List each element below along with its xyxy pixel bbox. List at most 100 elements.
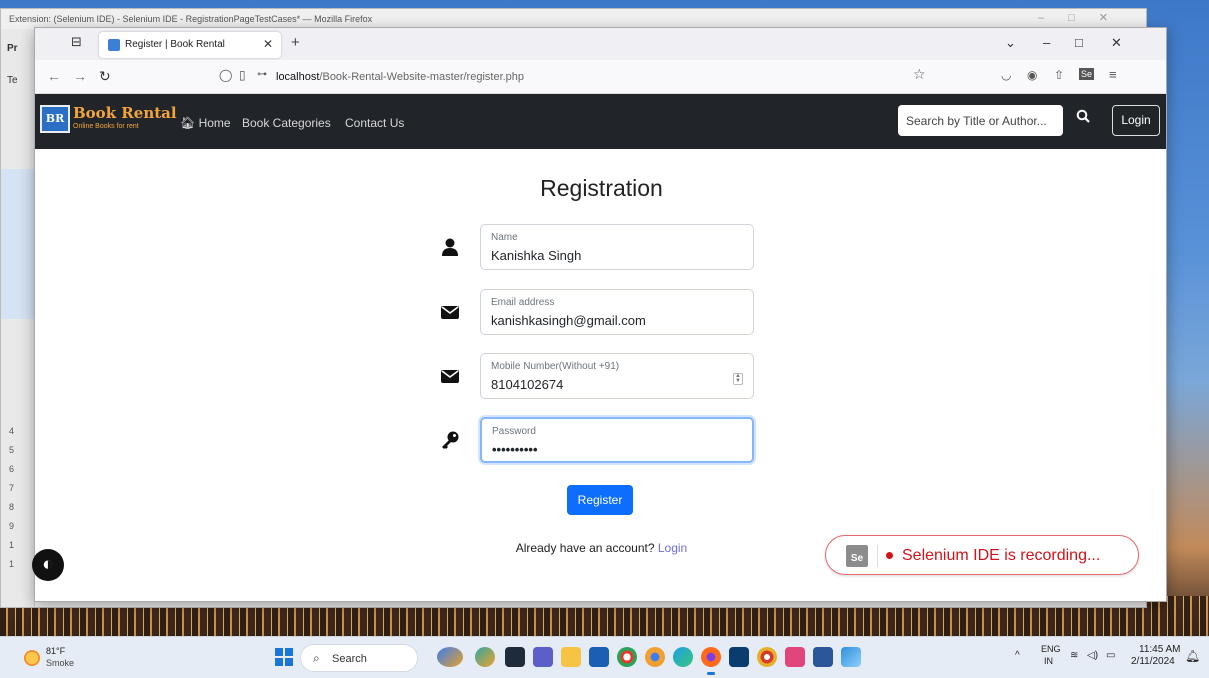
reload-icon[interactable]: ↻ — [99, 68, 111, 85]
tab-list-icon[interactable]: ⊟ — [71, 34, 82, 50]
close-tab-icon[interactable]: ✕ — [263, 37, 273, 51]
search-input[interactable]: Search by Title or Author... — [898, 105, 1063, 136]
chrome-icon[interactable] — [617, 647, 637, 667]
brand-tagline: Online Books for rent — [73, 123, 139, 130]
name-value: Kanishka Singh — [491, 248, 582, 263]
name-field[interactable]: Name Kanishka Singh — [480, 224, 754, 270]
email-row: Email address kanishkasingh@gmail.com — [440, 289, 760, 335]
selenium-logo: Se — [846, 545, 868, 567]
shield-icon[interactable]: ◯ — [219, 68, 232, 82]
home-link[interactable]: 🏠︎ Home — [180, 116, 231, 130]
email-field[interactable]: Email address kanishkasingh@gmail.com — [480, 289, 754, 335]
word-icon[interactable] — [813, 647, 833, 667]
line-number: 4 — [9, 426, 15, 436]
extensions-icon[interactable]: ⇧ — [1054, 68, 1064, 82]
photos-icon[interactable] — [841, 647, 861, 667]
login-link[interactable]: Login — [658, 541, 687, 555]
contrast-toggle-icon[interactable]: ◐ — [32, 549, 64, 581]
edge-icon[interactable] — [673, 647, 693, 667]
selenium-recording-indicator: Se Selenium IDE is recording... — [825, 535, 1139, 575]
store-icon[interactable] — [589, 647, 609, 667]
background-window-controls: –□✕ — [1038, 12, 1132, 24]
close-window-icon[interactable]: ✕ — [1111, 35, 1122, 51]
line-number: 5 — [9, 445, 15, 455]
copilot-icon[interactable] — [437, 647, 463, 667]
email-label: Email address — [491, 297, 555, 308]
minimize-icon[interactable]: – — [1043, 35, 1050, 50]
account-icon[interactable]: ◉ — [1027, 68, 1037, 82]
notification-bell-icon[interactable]: 🔔︎ — [1185, 649, 1200, 663]
register-button[interactable]: Register — [567, 485, 633, 515]
brand-name: Book Rental — [73, 104, 177, 122]
chevron-up-icon[interactable]: ^ — [1015, 650, 1020, 661]
login-button[interactable]: Login — [1112, 105, 1160, 136]
tab-strip: ⊟ Register | Book Rental ✕ + ⌄ – □ ✕ — [35, 28, 1166, 60]
chat-icon[interactable] — [475, 647, 495, 667]
url-host: localhost — [276, 71, 320, 83]
envelope-icon — [441, 370, 459, 383]
new-tab-icon[interactable]: + — [291, 34, 300, 51]
maximize-icon[interactable]: □ — [1075, 35, 1083, 50]
chevron-down-icon[interactable]: ⌄ — [1005, 35, 1016, 51]
clock-date[interactable]: 2/11/2024 — [1131, 656, 1175, 667]
line-number: 7 — [9, 483, 15, 493]
email-value: kanishkasingh@gmail.com — [491, 313, 646, 328]
url-bar[interactable]: localhost/Book-Rental-Website-master/reg… — [276, 65, 656, 89]
taskbar-search-label: Search — [332, 653, 367, 665]
password-row: Password •••••••••• — [440, 417, 760, 463]
menu-icon[interactable]: ≡ — [1109, 67, 1117, 82]
tab-register[interactable]: Register | Book Rental ✕ — [99, 32, 281, 58]
weather-condition: Smoke — [46, 658, 75, 668]
line-number: 8 — [9, 502, 15, 512]
mobile-field[interactable]: Mobile Number(Without +91) 8104102674 ▲ ▼ — [480, 353, 754, 399]
password-value: •••••••••• — [492, 442, 538, 457]
already-text: Already have an account? — [515, 541, 655, 555]
task-view-icon[interactable] — [505, 647, 525, 667]
password-field[interactable]: Password •••••••••• — [480, 417, 754, 463]
mobile-row: Mobile Number(Without +91) 8104102674 ▲ ▼ — [440, 353, 760, 399]
firefox-icon[interactable] — [701, 647, 721, 675]
password-label: Password — [492, 426, 536, 437]
recording-status: Selenium IDE is recording... — [902, 547, 1101, 564]
eclipse-icon[interactable] — [729, 647, 749, 667]
chrome-canary-icon[interactable] — [645, 647, 665, 667]
xampp-icon[interactable] — [785, 647, 805, 667]
key-icon — [442, 431, 459, 449]
search-icon: ⌕ — [313, 651, 320, 665]
selenium-extension-icon[interactable]: Se — [1079, 68, 1095, 80]
mobile-label: Mobile Number(Without +91) — [491, 361, 620, 372]
logo-badge: BR — [40, 105, 70, 133]
pocket-icon[interactable]: ◡ — [1001, 68, 1011, 82]
contact-us-link[interactable]: Contact Us — [345, 116, 404, 130]
key-icon[interactable]: ⊶ — [257, 69, 267, 80]
taskbar-search[interactable]: ⌕ Search — [300, 644, 418, 672]
forward-icon[interactable]: → — [73, 68, 87, 84]
home-label: Home — [198, 116, 231, 130]
book-categories-link[interactable]: Book Categories — [242, 116, 331, 130]
page-icon[interactable]: ▯ — [239, 68, 246, 82]
clock-time[interactable]: 11:45 AM — [1139, 644, 1181, 655]
ide-selection-highlight — [1, 169, 35, 319]
number-stepper[interactable]: ▲ ▼ — [733, 373, 743, 385]
battery-icon[interactable]: ▭ — [1106, 650, 1115, 661]
wifi-icon[interactable]: ≋ — [1070, 650, 1078, 661]
name-row: Name Kanishka Singh — [440, 224, 760, 270]
divider — [877, 545, 878, 567]
url-path: /Book-Rental-Website-master/register.php — [319, 71, 525, 83]
ide-left-strip: Pr Te — [1, 29, 35, 607]
chrome-profile-icon[interactable] — [757, 647, 777, 667]
language-code[interactable]: ENG — [1041, 644, 1061, 654]
line-number: 1 — [9, 559, 15, 569]
search-icon[interactable] — [1073, 109, 1093, 129]
volume-icon[interactable]: ◁) — [1087, 650, 1098, 661]
background-window-title: Extension: (Selenium IDE) - Selenium IDE… — [1, 9, 1146, 29]
bookmark-star-icon[interactable]: ☆ — [913, 66, 926, 83]
ide-label-tests: Te — [7, 75, 18, 86]
file-explorer-icon[interactable] — [561, 647, 581, 667]
teams-icon[interactable] — [533, 647, 553, 667]
ide-line-numbers: 4 5 6 7 8 9 1 1 — [9, 422, 14, 574]
envelope-icon — [441, 306, 459, 319]
start-button-icon[interactable] — [275, 648, 293, 666]
back-icon[interactable]: ← — [47, 68, 61, 84]
language-region[interactable]: IN — [1044, 656, 1053, 666]
